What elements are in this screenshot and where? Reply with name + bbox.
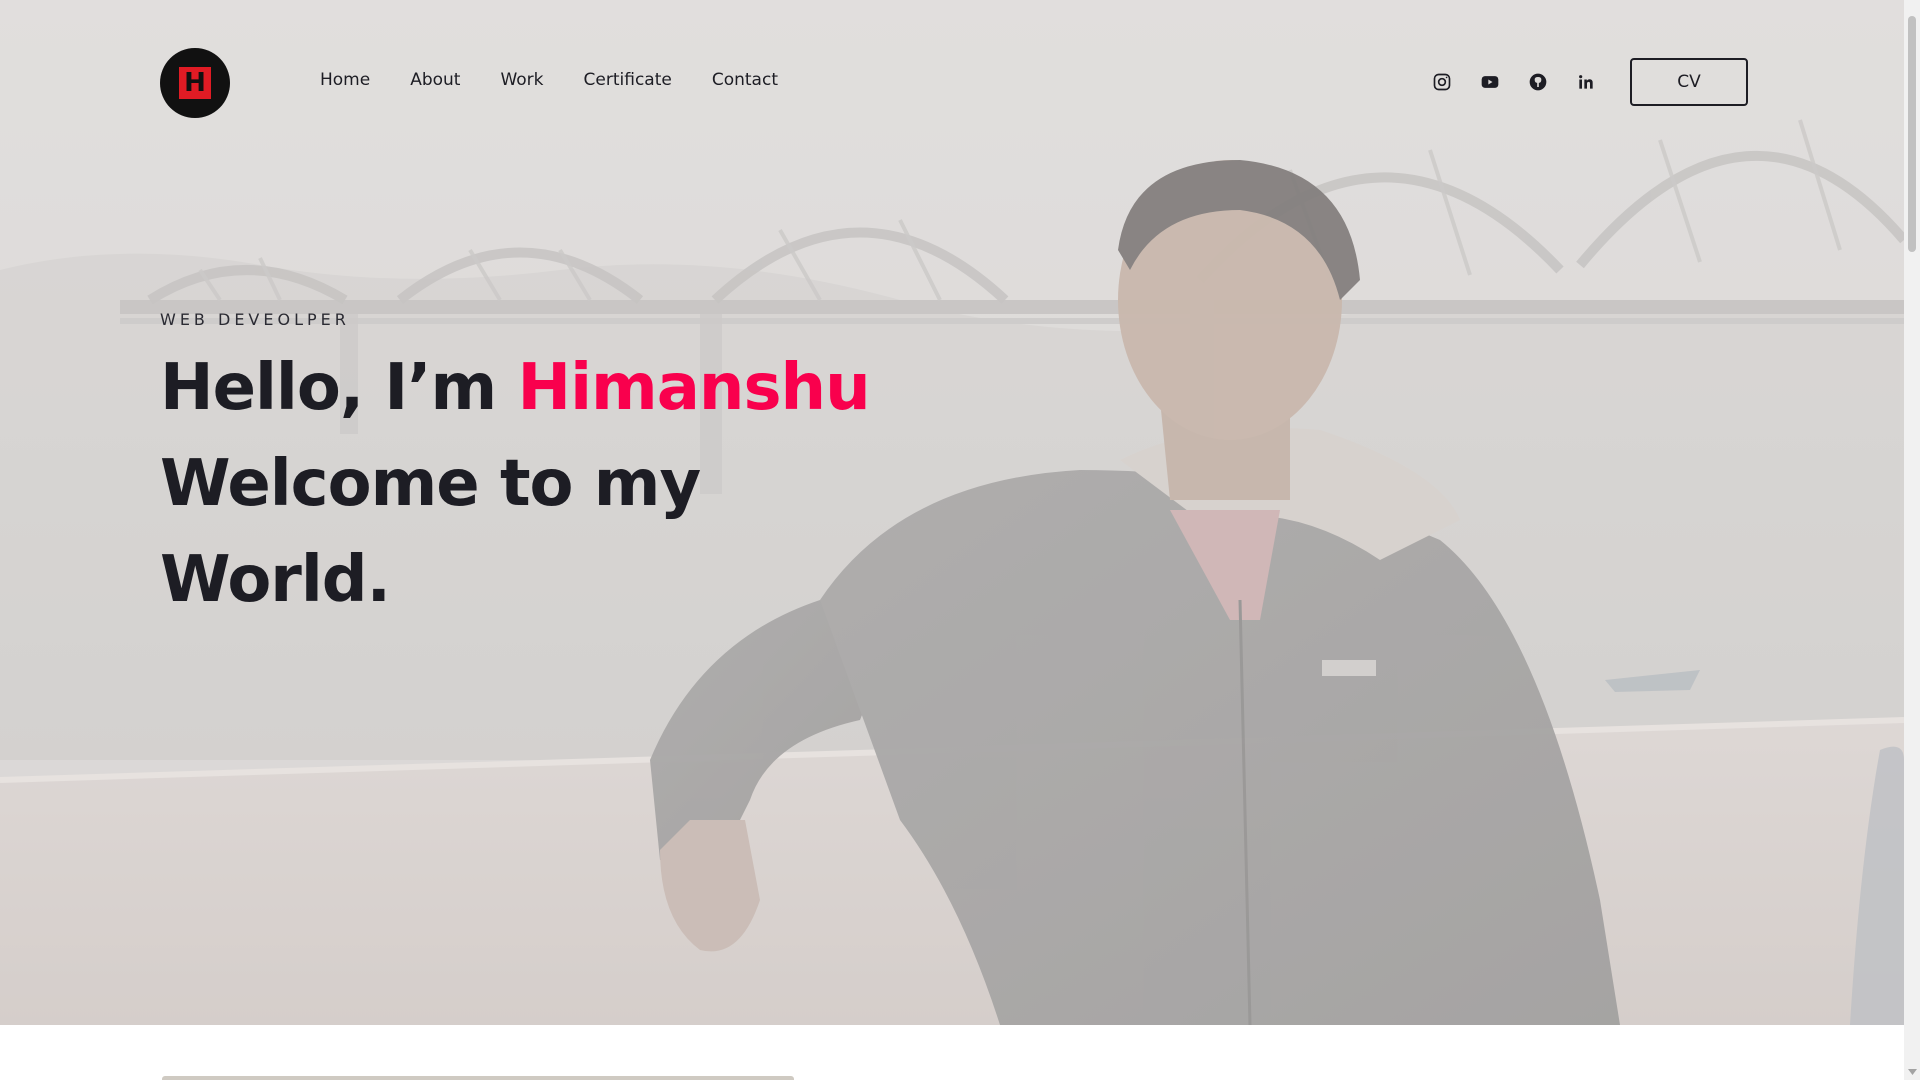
hero-subtitle: WEB DEVEOLPER bbox=[160, 310, 350, 329]
headline-name: Himanshu bbox=[517, 351, 871, 425]
logo-mark: H bbox=[179, 67, 211, 99]
github-icon[interactable] bbox=[1526, 70, 1550, 94]
page-scrollbar[interactable] bbox=[1904, 0, 1920, 1080]
next-section bbox=[0, 1025, 1904, 1080]
main-nav: Home About Work Certificate Contact bbox=[320, 70, 778, 90]
headline-line-3: World. bbox=[160, 543, 391, 617]
headline-greeting: Hello, I’m bbox=[160, 351, 518, 425]
instagram-icon[interactable] bbox=[1430, 70, 1454, 94]
headline-line-1: Hello, I’m Himanshu bbox=[160, 340, 871, 436]
nav-item-certificate[interactable]: Certificate bbox=[584, 70, 672, 90]
site-logo[interactable]: H bbox=[160, 48, 230, 118]
scroll-down-arrow-icon[interactable] bbox=[1904, 1064, 1920, 1080]
nav-item-home[interactable]: Home bbox=[320, 70, 370, 90]
hero-headline: Hello, I’m Himanshu Welcome to my World. bbox=[160, 340, 871, 628]
page: H Home About Work Certificate Contact CV… bbox=[0, 0, 1920, 1080]
nav-item-contact[interactable]: Contact bbox=[712, 70, 778, 90]
nav-item-about[interactable]: About bbox=[410, 70, 460, 90]
nav-item-work[interactable]: Work bbox=[500, 70, 543, 90]
cv-button[interactable]: CV bbox=[1630, 58, 1748, 106]
next-section-image-edge bbox=[162, 1076, 794, 1080]
linkedin-icon[interactable] bbox=[1574, 70, 1598, 94]
scrollbar-thumb[interactable] bbox=[1908, 16, 1916, 252]
headline-line-2: Welcome to my bbox=[160, 447, 701, 521]
youtube-icon[interactable] bbox=[1478, 70, 1502, 94]
hero-section: H Home About Work Certificate Contact CV… bbox=[0, 0, 1904, 1025]
